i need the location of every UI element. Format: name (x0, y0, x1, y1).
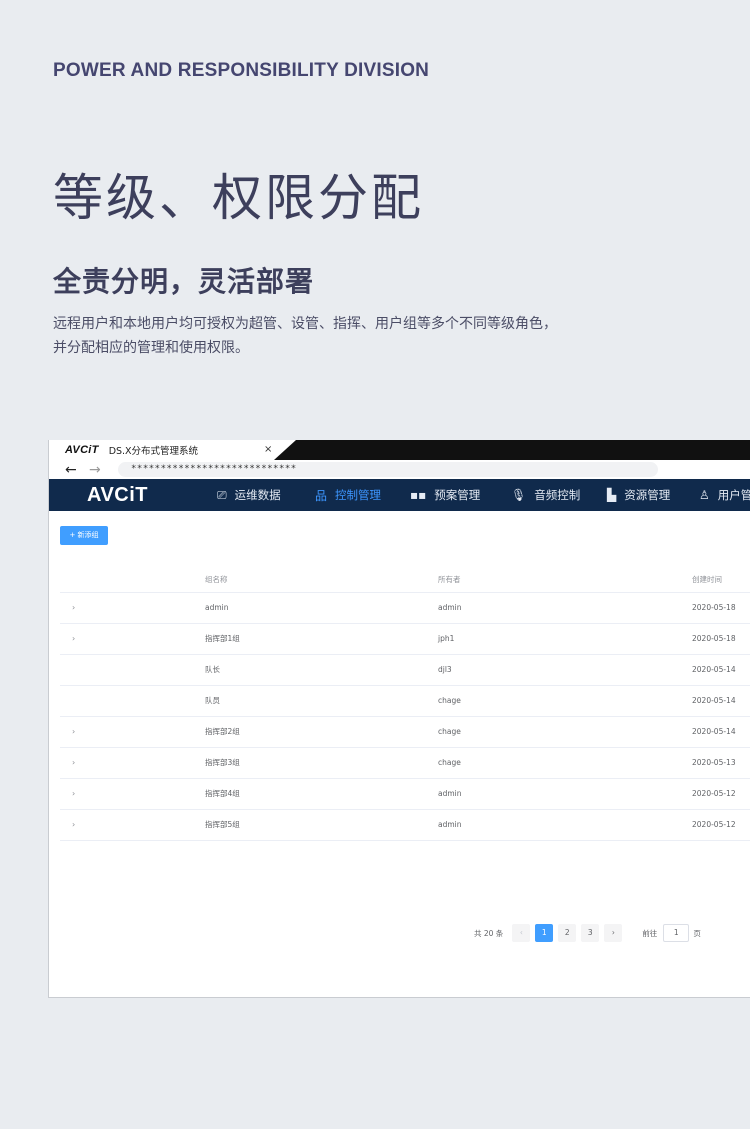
nav-item-label: 资源管理 (624, 488, 671, 502)
cell-group-name: 队长 (205, 665, 220, 674)
table-row[interactable]: 队长 djl3 2020-05-14 (60, 655, 750, 686)
cell-created-date: 2020-05-12 (692, 820, 736, 829)
nav-item-users[interactable]: ♙ 用户管理 (699, 479, 750, 511)
nav-item-label: 控制管理 (335, 488, 382, 502)
nav-item-label: 用户管理 (717, 488, 750, 502)
address-bar: ← → **************************** (49, 460, 750, 479)
url-field[interactable]: **************************** (118, 462, 658, 477)
tab-logo: AVCiT (65, 444, 99, 456)
nav-item-audio[interactable]: 🎙 音频控制 (511, 479, 580, 511)
description: 远程用户和本地用户均可授权为超管、设管、指挥、用户组等多个不同等级角色， 并分配… (53, 312, 613, 360)
table-row[interactable]: › 指挥部3组 chage 2020-05-13 (60, 748, 750, 779)
expand-chevron-icon[interactable]: › (72, 810, 75, 840)
cell-group-name: 指挥部4组 (205, 789, 240, 798)
nav-item-plans[interactable]: ▪▪ 预案管理 (410, 479, 480, 511)
browser-tabstrip: AVCiT DS.X分布式管理系统 × (49, 440, 750, 460)
cell-created-date: 2020-05-14 (692, 727, 736, 736)
expand-chevron-icon[interactable]: › (72, 748, 75, 778)
cell-created-date: 2020-05-18 (692, 603, 736, 612)
next-page-button[interactable]: › (604, 924, 623, 942)
expand-chevron-icon[interactable]: › (72, 779, 75, 809)
nav-item-ops-data[interactable]: ⎚ 运维数据 (217, 479, 281, 511)
cell-group-name: 指挥部3组 (205, 758, 240, 767)
cell-group-name: 指挥部5组 (205, 820, 240, 829)
table-row[interactable]: › admin admin 2020-05-18 (60, 593, 750, 624)
presentation-icon: ⎚ (217, 487, 227, 502)
nav-item-label: 预案管理 (434, 488, 481, 502)
add-group-button[interactable]: + 新添组 (60, 526, 108, 545)
table-row[interactable]: › 指挥部1组 jph1 2020-05-18 (60, 624, 750, 655)
goto-label: 前往 (642, 928, 658, 938)
column-header-date[interactable]: 创建时间 (692, 567, 750, 593)
table-row[interactable]: › 指挥部5组 admin 2020-05-12 (60, 810, 750, 841)
cell-group-name: 队员 (205, 696, 220, 705)
app-navbar: AVCiT ⎚ 运维数据 品 控制管理 ▪▪ 预案管理 🎙 音频控制 ▙ 资源管… (49, 479, 750, 511)
back-arrow-icon[interactable]: ← (65, 463, 89, 477)
browser-tab[interactable]: AVCiT DS.X分布式管理系统 × (49, 440, 274, 460)
cell-group-name: 指挥部1组 (205, 634, 240, 643)
expand-chevron-icon[interactable]: › (72, 717, 75, 747)
column-header-owner[interactable]: 所有者 (438, 567, 498, 593)
app-logo: AVCiT (87, 484, 149, 506)
grid-icon: ▪▪ (410, 488, 427, 502)
cell-owner: admin (438, 603, 462, 612)
nav-item-resources[interactable]: ▙ 资源管理 (607, 479, 670, 511)
description-line: 并分配相应的管理和使用权限。 (53, 340, 249, 356)
nav-item-label: 运维数据 (234, 488, 281, 502)
table-row[interactable]: 队员 chage 2020-05-14 (60, 686, 750, 717)
page-button-1[interactable]: 1 (535, 924, 554, 942)
nav-item-control[interactable]: 品 控制管理 (315, 479, 381, 511)
cell-owner: admin (438, 820, 462, 829)
network-icon: 品 (315, 488, 328, 503)
column-header-name[interactable]: 组名称 (205, 567, 325, 593)
tab-title: DS.X分布式管理系统 (108, 446, 199, 457)
page-button-2[interactable]: 2 (558, 924, 577, 942)
close-icon[interactable]: × (264, 444, 272, 455)
forward-arrow-icon[interactable]: → (89, 463, 113, 477)
cell-group-name: admin (205, 603, 229, 612)
stack-icon: ▙ (607, 488, 617, 502)
eyebrow-title: POWER AND RESPONSIBILITY DIVISION (53, 60, 430, 81)
cell-created-date: 2020-05-12 (692, 789, 736, 798)
page-button-3[interactable]: 3 (581, 924, 600, 942)
user-gear-icon: ♙ (699, 488, 710, 502)
cell-created-date: 2020-05-14 (692, 665, 736, 674)
goto-page-input[interactable]: 1 (663, 924, 690, 942)
tab-edge (274, 440, 296, 460)
headline: 等级、权限分配 (53, 169, 424, 227)
goto-suffix: 页 (693, 928, 701, 938)
cell-created-date: 2020-05-14 (692, 696, 736, 705)
table-header: 组名称 所有者 创建时间 (60, 567, 750, 593)
browser-window: AVCiT DS.X分布式管理系统 × ← → ****************… (48, 440, 750, 998)
subheadline: 全责分明，灵活部署 (53, 265, 315, 298)
microphone-icon: 🎙 (511, 488, 527, 502)
cell-created-date: 2020-05-18 (692, 634, 736, 643)
table-row[interactable]: › 指挥部2组 chage 2020-05-14 (60, 717, 750, 748)
cell-owner: djl3 (438, 665, 452, 674)
cell-owner: chage (438, 696, 461, 705)
cell-created-date: 2020-05-13 (692, 758, 736, 767)
group-table: 组名称 所有者 创建时间 › admin admin 2020-05-18 › 指挥部1组… (60, 567, 750, 841)
pagination-total: 共 20 条 (474, 928, 504, 938)
expand-chevron-icon[interactable]: › (72, 593, 75, 623)
pagination: 共 20 条 ‹ 1 2 3 › 前往 1 页 (474, 924, 701, 942)
nav-item-label: 音频控制 (534, 488, 581, 502)
cell-owner: admin (438, 789, 462, 798)
cell-owner: chage (438, 727, 461, 736)
cell-owner: chage (438, 758, 461, 767)
expand-chevron-icon[interactable]: › (72, 624, 75, 654)
cell-owner: jph1 (438, 634, 455, 643)
cell-group-name: 指挥部2组 (205, 727, 240, 736)
table-row[interactable]: › 指挥部4组 admin 2020-05-12 (60, 779, 750, 810)
prev-page-button[interactable]: ‹ (512, 924, 531, 942)
description-line: 远程用户和本地用户均可授权为超管、设管、指挥、用户组等多个不同等级角色， (53, 316, 557, 332)
